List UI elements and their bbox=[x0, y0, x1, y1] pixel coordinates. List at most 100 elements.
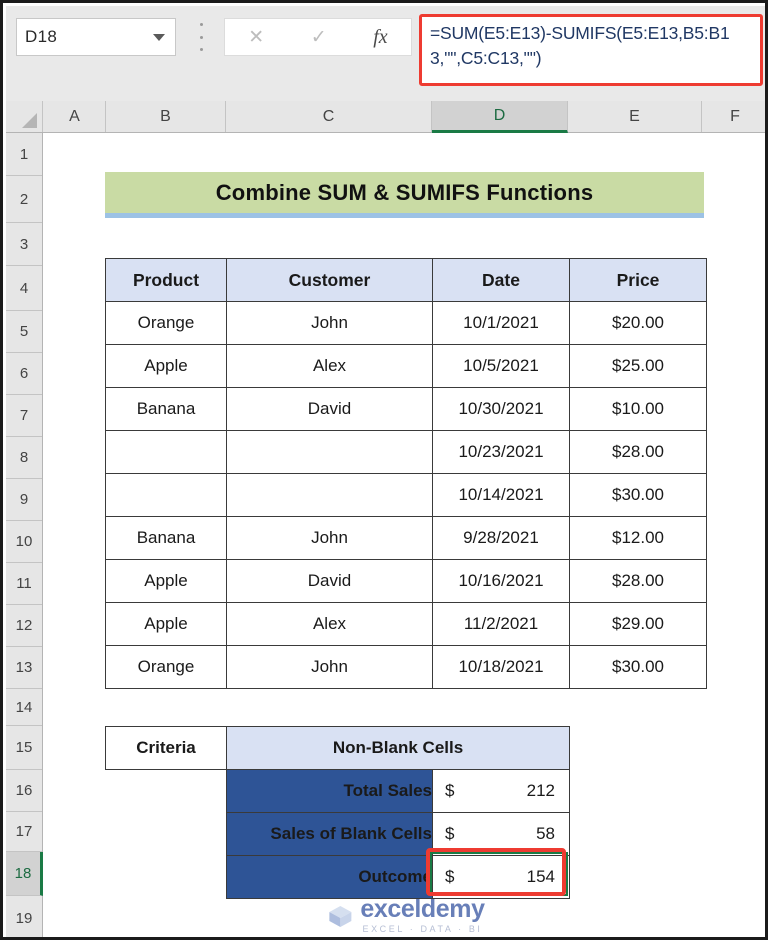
cell-date[interactable]: 10/5/2021 bbox=[432, 344, 570, 388]
column-header-band: A B C D E F bbox=[6, 101, 765, 133]
cell-customer[interactable]: John bbox=[226, 516, 433, 560]
table-row[interactable]: Banana John 9/28/2021 $12.00 bbox=[105, 516, 707, 560]
cell-date[interactable]: 9/28/2021 bbox=[432, 516, 570, 560]
row-header-14[interactable]: 14 bbox=[6, 689, 42, 726]
cell-product[interactable]: Banana bbox=[105, 516, 227, 560]
row-header-9[interactable]: 9 bbox=[6, 479, 42, 521]
row-header-17[interactable]: 17 bbox=[6, 812, 42, 852]
table-row[interactable]: Orange John 10/18/2021 $30.00 bbox=[105, 645, 707, 689]
cell-customer[interactable] bbox=[226, 473, 433, 517]
cell-product[interactable] bbox=[105, 473, 227, 517]
cell-date[interactable]: 11/2/2021 bbox=[432, 602, 570, 646]
name-box[interactable]: D18 bbox=[16, 18, 176, 56]
row-header-1[interactable]: 1 bbox=[6, 133, 42, 176]
result-value-total-sales[interactable]: $ 212 bbox=[432, 769, 570, 813]
row-header-15[interactable]: 15 bbox=[6, 726, 42, 770]
cell-product[interactable]: Apple bbox=[105, 344, 227, 388]
row-header-6[interactable]: 6 bbox=[6, 353, 42, 395]
table-row[interactable]: Apple Alex 10/5/2021 $25.00 bbox=[105, 344, 707, 388]
results-row[interactable]: Outcome $ 154 bbox=[106, 855, 570, 899]
cell-date[interactable]: 10/23/2021 bbox=[432, 430, 570, 474]
column-header-price: Price bbox=[569, 258, 707, 302]
sales-data-table: Product Customer Date Price Orange John … bbox=[105, 258, 707, 689]
cell-product[interactable]: Apple bbox=[105, 602, 227, 646]
results-header-row: Criteria Non-Blank Cells bbox=[105, 726, 570, 770]
cell-customer[interactable]: John bbox=[226, 645, 433, 689]
cell-customer[interactable]: John bbox=[226, 301, 433, 345]
row-header-4[interactable]: 4 bbox=[6, 266, 42, 311]
chevron-down-icon[interactable] bbox=[153, 33, 165, 41]
check-icon[interactable]: ✓ bbox=[311, 28, 327, 47]
table-row[interactable]: 10/14/2021 $30.00 bbox=[105, 473, 707, 517]
cell-price[interactable]: $20.00 bbox=[569, 301, 707, 345]
cell-price[interactable]: $29.00 bbox=[569, 602, 707, 646]
row-header-12[interactable]: 12 bbox=[6, 605, 42, 647]
fx-icon[interactable]: fx bbox=[373, 27, 387, 47]
cell-price[interactable]: $28.00 bbox=[569, 430, 707, 474]
column-header-e[interactable]: E bbox=[568, 101, 702, 132]
results-row[interactable]: Sales of Blank Cells $ 58 bbox=[106, 812, 570, 856]
table-row[interactable]: Apple David 10/16/2021 $28.00 bbox=[105, 559, 707, 603]
row-header-16[interactable]: 16 bbox=[6, 770, 42, 812]
row-header-7[interactable]: 7 bbox=[6, 395, 42, 437]
watermark-tagline: EXCEL · DATA · BI bbox=[362, 924, 483, 934]
result-label-total-sales: Total Sales bbox=[226, 769, 433, 813]
cell-price[interactable]: $28.00 bbox=[569, 559, 707, 603]
cell-price[interactable]: $12.00 bbox=[569, 516, 707, 560]
row-header-10[interactable]: 10 bbox=[6, 521, 42, 563]
column-header-f[interactable]: F bbox=[702, 101, 765, 132]
cell-product[interactable]: Orange bbox=[105, 301, 227, 345]
cell-price[interactable]: $25.00 bbox=[569, 344, 707, 388]
row-header-2[interactable]: 2 bbox=[6, 176, 42, 223]
table-row[interactable]: Apple Alex 11/2/2021 $29.00 bbox=[105, 602, 707, 646]
column-header-d[interactable]: D bbox=[432, 101, 568, 133]
cell-product[interactable]: Orange bbox=[105, 645, 227, 689]
column-header-date: Date bbox=[432, 258, 570, 302]
column-header-c[interactable]: C bbox=[226, 101, 432, 132]
watermark: exceldemy EXCEL · DATA · BI bbox=[327, 897, 485, 934]
spacer-cell bbox=[106, 856, 227, 899]
table-row[interactable]: Banana David 10/30/2021 $10.00 bbox=[105, 387, 707, 431]
result-value-outcome[interactable]: $ 154 bbox=[432, 855, 570, 899]
cell-date[interactable]: 10/1/2021 bbox=[432, 301, 570, 345]
cell-product[interactable]: Apple bbox=[105, 559, 227, 603]
row-header-13[interactable]: 13 bbox=[6, 647, 42, 689]
cell-date[interactable]: 10/14/2021 bbox=[432, 473, 570, 517]
cell-product[interactable] bbox=[105, 430, 227, 474]
row-header-18[interactable]: 18 bbox=[6, 852, 43, 896]
formula-bar-strip: D18 ✕ ✓ fx =SUM(E5:E13)-SUMIFS(E5:E13,B5… bbox=[6, 6, 765, 101]
row-header-19[interactable]: 19 bbox=[6, 896, 42, 937]
result-amount: 58 bbox=[536, 824, 555, 843]
close-icon[interactable]: ✕ bbox=[248, 28, 264, 47]
cell-customer[interactable]: David bbox=[226, 387, 433, 431]
cell-date[interactable]: 10/18/2021 bbox=[432, 645, 570, 689]
cell-customer[interactable]: David bbox=[226, 559, 433, 603]
row-header-5[interactable]: 5 bbox=[6, 311, 42, 353]
page-title: Combine SUM & SUMIFS Functions bbox=[215, 179, 594, 205]
spacer-cell bbox=[106, 770, 227, 813]
cell-customer[interactable] bbox=[226, 430, 433, 474]
cell-product[interactable]: Banana bbox=[105, 387, 227, 431]
kebab-menu-icon[interactable] bbox=[199, 23, 203, 51]
cell-customer[interactable]: Alex bbox=[226, 344, 433, 388]
formula-action-buttons: ✕ ✓ fx bbox=[224, 18, 412, 56]
cell-price[interactable]: $30.00 bbox=[569, 473, 707, 517]
cell-date[interactable]: 10/30/2021 bbox=[432, 387, 570, 431]
column-header-b[interactable]: B bbox=[106, 101, 226, 132]
table-row[interactable]: 10/23/2021 $28.00 bbox=[105, 430, 707, 474]
cell-date[interactable]: 10/16/2021 bbox=[432, 559, 570, 603]
formula-input[interactable]: =SUM(E5:E13)-SUMIFS(E5:E13,B5:B13,"",C5:… bbox=[419, 14, 763, 86]
cell-price[interactable]: $10.00 bbox=[569, 387, 707, 431]
row-header-11[interactable]: 11 bbox=[6, 563, 42, 605]
row-header-3[interactable]: 3 bbox=[6, 223, 42, 266]
results-row[interactable]: Total Sales $ 212 bbox=[106, 769, 570, 813]
cell-customer[interactable]: Alex bbox=[226, 602, 433, 646]
results-summary-table: Criteria Non-Blank Cells Total Sales $ 2… bbox=[105, 726, 570, 899]
select-all-corner[interactable] bbox=[6, 101, 43, 132]
row-header-8[interactable]: 8 bbox=[6, 437, 42, 479]
result-value-sales-of-blank-cells[interactable]: $ 58 bbox=[432, 812, 570, 856]
cell-price[interactable]: $30.00 bbox=[569, 645, 707, 689]
column-header-a[interactable]: A bbox=[44, 101, 106, 132]
cube-logo-icon bbox=[329, 905, 352, 927]
table-row[interactable]: Orange John 10/1/2021 $20.00 bbox=[105, 301, 707, 345]
